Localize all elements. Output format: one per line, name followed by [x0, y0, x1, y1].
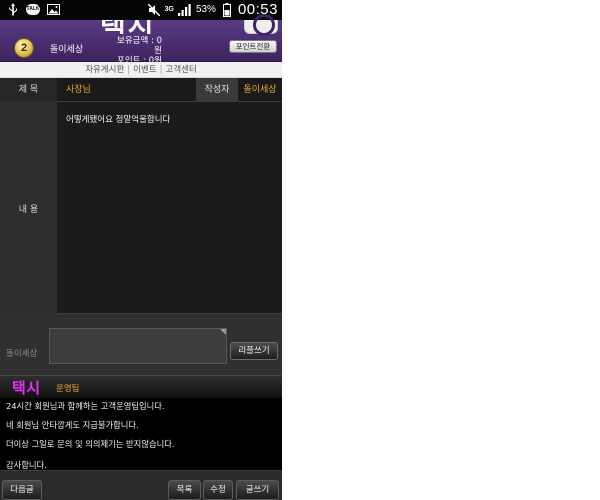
- edit-button[interactable]: 수정: [203, 480, 233, 500]
- user-name: 돌이세상: [50, 45, 84, 55]
- logo-text: 택시: [100, 20, 172, 34]
- next-post-button[interactable]: 다음글: [2, 480, 42, 500]
- menu-button[interactable]: [244, 14, 278, 36]
- content-label: 내 용: [18, 205, 39, 215]
- battery-percent: 53%: [195, 4, 216, 15]
- nav-event[interactable]: 이벤트: [133, 65, 156, 75]
- bottom-toolbar: 다음글 목록 수정 글쓰기: [0, 470, 282, 500]
- battery-icon: [220, 2, 234, 17]
- post-title: 사장님: [66, 85, 91, 95]
- nav-customer-center[interactable]: 고객센터: [166, 65, 197, 75]
- post-title-row: 제 목 사장님 작성자 돌이세상: [0, 78, 282, 102]
- status-bar: TALK 3G 53% 00:53: [0, 0, 282, 20]
- app-header: 택시 2 돌이세상 보유금액 : 0원 포인트 : 0원 포인트전환: [0, 14, 282, 66]
- nav-separator: |: [127, 65, 131, 75]
- level-badge: 2: [14, 38, 34, 58]
- phone-screen: TALK 3G 53% 00:53 택시 2 돌이세상 보유: [0, 0, 282, 500]
- usb-icon: [6, 2, 20, 16]
- comment-area: 돌이세상 리플쓰기: [0, 314, 282, 376]
- commenter-name: 돌이세상: [6, 349, 38, 359]
- write-button[interactable]: 글쓰기: [236, 480, 279, 500]
- operator-logo: 택시: [12, 379, 41, 397]
- operator-team: 운영팀: [56, 384, 80, 394]
- list-button[interactable]: 목록: [168, 480, 201, 500]
- post-author: 돌이세상: [243, 85, 277, 95]
- content-label-cell: 내 용: [0, 102, 57, 314]
- reply-line: 네 회원님 안타깝게도 지급불가합니다.: [6, 420, 139, 430]
- app-logo[interactable]: 택시: [100, 20, 172, 34]
- title-label: 제 목: [0, 78, 57, 102]
- network-type: 3G: [164, 6, 174, 13]
- post-content-row: 내 용 어떻게됐어요 정말억울합니다: [0, 102, 282, 314]
- post-content: 어떻게됐어요 정말억울합니다: [66, 115, 171, 125]
- sub-navigation: 자유게시판 | 이벤트 | 고객센터: [0, 62, 282, 78]
- talk-label: TALK: [26, 3, 40, 15]
- signal-icon: [178, 3, 192, 17]
- nav-separator: |: [159, 65, 163, 75]
- reply-line: 24시간 회원님과 함께하는 고객운영팀입니다.: [6, 401, 165, 411]
- author-label: 작성자: [196, 78, 238, 102]
- gallery-icon: [46, 2, 60, 16]
- notification-icons: TALK: [6, 2, 60, 16]
- operator-reply-header: 택시 운영팀: [0, 376, 282, 398]
- comment-input[interactable]: [49, 328, 227, 364]
- point-convert-button[interactable]: 포인트전환: [229, 40, 277, 53]
- mute-icon: [147, 3, 161, 17]
- reply-button[interactable]: 리플쓰기: [230, 342, 278, 360]
- operator-reply-body: 24시간 회원님과 함께하는 고객운영팀입니다. 네 회원님 안타깝게도 지급불…: [0, 398, 282, 470]
- balance-amount: 보유금액 : 0원: [117, 36, 162, 56]
- kakaotalk-icon: TALK: [26, 2, 40, 16]
- reply-line: 더이상 그일로 문의 및 의의제기는 받지않습니다.: [6, 439, 175, 449]
- nav-free-board[interactable]: 자유게시판: [85, 65, 124, 75]
